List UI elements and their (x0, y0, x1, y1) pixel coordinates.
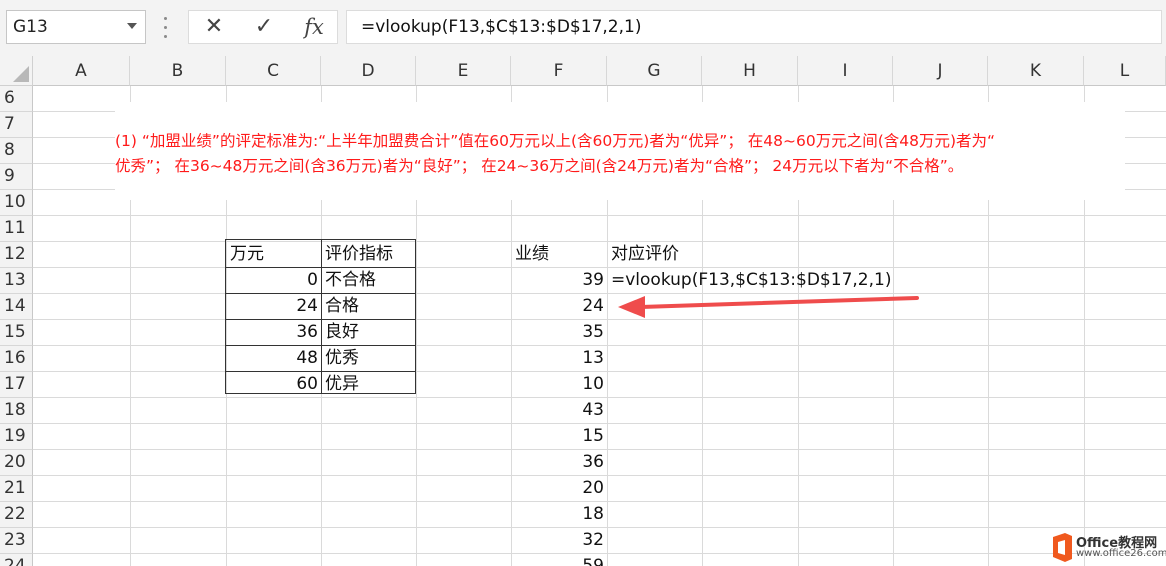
cell-f21[interactable]: 20 (512, 475, 607, 501)
row-header-20[interactable]: 20 (0, 450, 33, 476)
cell-f19[interactable]: 15 (512, 423, 607, 449)
select-all-icon (13, 66, 29, 82)
cell-g12[interactable]: 对应评价 (608, 241, 703, 267)
cell-f15[interactable]: 35 (512, 319, 607, 345)
column-header-b[interactable]: B (130, 56, 226, 86)
cell-f14[interactable]: 24 (512, 293, 607, 319)
cell-f22[interactable]: 18 (512, 501, 607, 527)
watermark: Office教程网 www.office26.com (1048, 530, 1166, 566)
cell-f24[interactable]: 59 (512, 553, 607, 566)
cell-c16[interactable]: 48 (227, 345, 321, 371)
cell-d14[interactable]: 合格 (322, 293, 416, 319)
cell-d17[interactable]: 优异 (322, 371, 416, 397)
cell-f20[interactable]: 36 (512, 449, 607, 475)
row-header-22[interactable]: 22 (0, 502, 33, 528)
formula-bar: G13 ✕ ✓ fx =vlookup(F13,$C$13:$D$17,2,1) (0, 0, 1166, 56)
cell-d16[interactable]: 优秀 (322, 345, 416, 371)
column-header-i[interactable]: I (798, 56, 893, 86)
cell-f23[interactable]: 32 (512, 527, 607, 553)
cell-f17[interactable]: 10 (512, 371, 607, 397)
column-header-l[interactable]: L (1084, 56, 1166, 86)
formula-tools: ✕ ✓ fx (188, 10, 338, 44)
cell-d15[interactable]: 良好 (322, 319, 416, 345)
select-all-button[interactable] (0, 56, 33, 86)
cell-grid[interactable]: (1) “加盟业绩”的评定标准为:“上半年加盟费合计”值在60万元以上(含60万… (33, 86, 1166, 566)
row-header-9[interactable]: 9 (0, 164, 33, 190)
cell-c14[interactable]: 24 (227, 293, 321, 319)
row-header-8[interactable]: 8 (0, 138, 33, 164)
drag-handle-icon[interactable] (164, 14, 168, 40)
row-header-18[interactable]: 18 (0, 398, 33, 424)
row-header-16[interactable]: 16 (0, 346, 33, 372)
column-header-a[interactable]: A (33, 56, 130, 86)
column-header-e[interactable]: E (416, 56, 511, 86)
cell-c12[interactable]: 万元 (227, 241, 321, 267)
enter-icon[interactable]: ✓ (239, 11, 289, 43)
cell-f16[interactable]: 13 (512, 345, 607, 371)
column-headers: A B C D E F G H I J K L (0, 56, 1166, 86)
name-box[interactable]: G13 (6, 10, 146, 44)
column-header-h[interactable]: H (702, 56, 798, 86)
cancel-icon[interactable]: ✕ (189, 11, 239, 43)
chevron-down-icon[interactable] (127, 23, 137, 29)
formula-input[interactable]: =vlookup(F13,$C$13:$D$17,2,1) (346, 10, 1162, 44)
cell-c15[interactable]: 36 (227, 319, 321, 345)
row-header-17[interactable]: 17 (0, 372, 33, 398)
formula-text: =vlookup(F13,$C$13:$D$17,2,1) (361, 17, 642, 37)
cell-f12[interactable]: 业绩 (512, 241, 607, 267)
insert-function-icon[interactable]: fx (289, 11, 339, 43)
cell-f13[interactable]: 39 (512, 267, 607, 293)
row-header-11[interactable]: 11 (0, 216, 33, 242)
cell-g13[interactable]: =vlookup(F13,$C$13:$D$17,2,1) (608, 267, 908, 293)
row-header-14[interactable]: 14 (0, 294, 33, 320)
row-header-13[interactable]: 13 (0, 268, 33, 294)
row-header-10[interactable]: 10 (0, 190, 33, 216)
row-header-15[interactable]: 15 (0, 320, 33, 346)
cell-f18[interactable]: 43 (512, 397, 607, 423)
cell-d13[interactable]: 不合格 (322, 267, 416, 293)
name-box-value: G13 (13, 17, 48, 37)
row-header-23[interactable]: 23 (0, 528, 33, 554)
cell-c13[interactable]: 0 (227, 267, 321, 293)
row-header-19[interactable]: 19 (0, 424, 33, 450)
spreadsheet-window: G13 ✕ ✓ fx =vlookup(F13,$C$13:$D$17,2,1)… (0, 0, 1166, 566)
column-header-j[interactable]: J (893, 56, 988, 86)
row-headers: 6 7 8 9 10 11 12 13 14 15 16 17 18 19 20… (0, 86, 33, 566)
row-header-21[interactable]: 21 (0, 476, 33, 502)
row-header-12[interactable]: 12 (0, 242, 33, 268)
cell-d12[interactable]: 评价指标 (322, 241, 416, 267)
column-header-k[interactable]: K (988, 56, 1084, 86)
column-header-c[interactable]: C (226, 56, 321, 86)
column-header-g[interactable]: G (607, 56, 702, 86)
row-header-6[interactable]: 6 (0, 86, 33, 112)
office-logo-icon (1053, 533, 1072, 562)
row-header-7[interactable]: 7 (0, 112, 33, 138)
column-header-f[interactable]: F (511, 56, 607, 86)
row-header-24[interactable]: 24 (0, 554, 33, 566)
cell-c17[interactable]: 60 (227, 371, 321, 397)
column-header-d[interactable]: D (321, 56, 416, 86)
watermark-url: www.office26.com (1076, 548, 1166, 559)
